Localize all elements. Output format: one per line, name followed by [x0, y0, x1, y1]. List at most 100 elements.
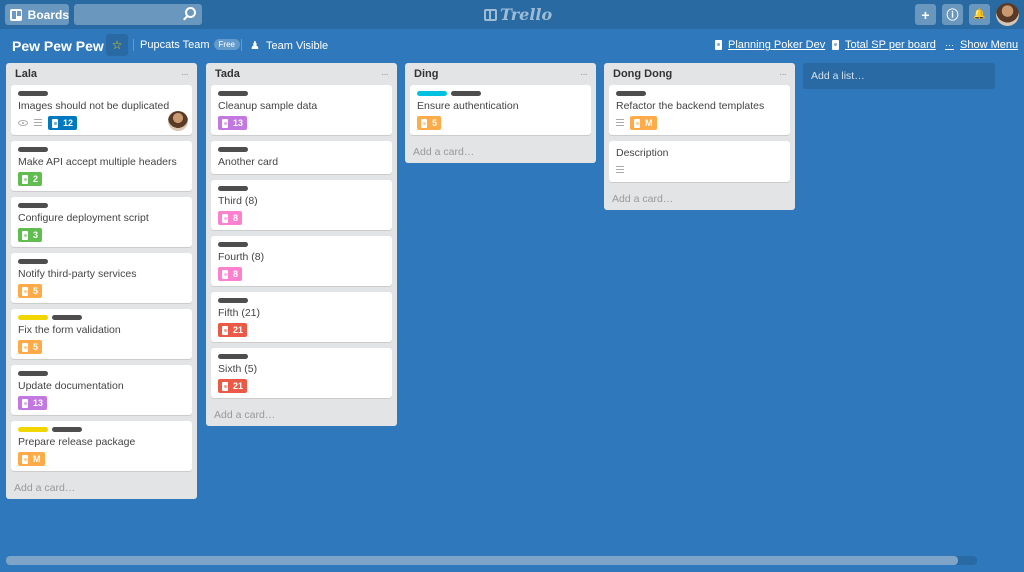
show-menu-label: Show Menu [960, 39, 1019, 51]
card-title: Ensure authentication [417, 100, 519, 112]
planning-poker-link[interactable]: Planning Poker Dev [715, 39, 825, 51]
card-badges: 5 [417, 116, 584, 130]
card[interactable]: Update documentation 13 [11, 365, 192, 415]
card-label [52, 427, 82, 432]
story-points-value: 12 [63, 118, 74, 128]
card[interactable]: Cleanup sample data 13 [211, 85, 392, 135]
boards-button[interactable]: Boards [5, 4, 69, 25]
add-list-button[interactable]: Add a list… [803, 63, 995, 89]
card-badges: 2 [18, 172, 185, 186]
card-badges: 12 [18, 116, 185, 130]
card-label [18, 259, 48, 264]
list-menu-icon[interactable]: ··· [181, 69, 189, 80]
bell-icon: 🔔 [973, 9, 986, 20]
link-label: Planning Poker Dev [728, 39, 826, 51]
scrollbar-thumb[interactable] [6, 556, 958, 565]
story-points-value: 2 [33, 174, 39, 184]
card-label [417, 91, 447, 96]
list-menu-icon[interactable]: ··· [580, 69, 588, 80]
add-card-button[interactable]: Add a card… [410, 141, 591, 163]
user-avatar[interactable] [996, 3, 1019, 26]
card[interactable]: Prepare release package M [11, 421, 192, 471]
card-title: Description [616, 147, 669, 159]
star-button[interactable]: ☆ [106, 34, 128, 56]
card-badges: 8 [218, 211, 385, 225]
list-title[interactable]: Dong Dong [613, 68, 672, 80]
list-dong-dong: Dong Dong ··· Refactor the backend templ… [604, 63, 795, 210]
show-menu-button[interactable]: ··· Show Menu [945, 39, 1018, 51]
board-header: Pew Pew Pew ☆ Pupcats Team Free ♟ Team Vi… [0, 33, 1024, 57]
card[interactable]: Fourth (8) 8 [211, 236, 392, 286]
card-labels [18, 91, 185, 96]
board-title[interactable]: Pew Pew Pew [12, 38, 104, 54]
card[interactable]: Ensure authentication 5 [410, 85, 591, 135]
list-title[interactable]: Lala [15, 68, 37, 80]
divider [133, 39, 134, 51]
story-points-badge: 8 [218, 211, 243, 225]
poker-card-icon [22, 398, 28, 408]
story-points-value: 5 [33, 286, 39, 296]
card[interactable]: Description [609, 141, 790, 182]
card-title: Notify third-party services [18, 268, 137, 280]
horizontal-scrollbar[interactable] [6, 556, 977, 565]
card[interactable]: Configure deployment script 3 [11, 197, 192, 247]
card[interactable]: Fix the form validation 5 [11, 309, 192, 359]
info-icon: ⓘ [946, 8, 959, 22]
list-menu-icon[interactable]: ··· [779, 69, 787, 80]
card-labels [417, 91, 584, 96]
card-labels [18, 315, 185, 320]
list-menu-icon[interactable]: ··· [381, 69, 389, 80]
add-card-button[interactable]: Add a card… [11, 477, 192, 499]
add-card-button[interactable]: Add a card… [211, 404, 392, 426]
card[interactable]: Make API accept multiple headers 2 [11, 141, 192, 191]
card[interactable]: Images should not be duplicated 12 [11, 85, 192, 135]
card[interactable]: Third (8) 8 [211, 180, 392, 230]
description-icon [616, 119, 624, 127]
card[interactable]: Sixth (5) 21 [211, 348, 392, 398]
card-label [52, 315, 82, 320]
list-header: Ding ··· [410, 63, 591, 85]
search-input[interactable] [74, 4, 202, 25]
poker-card-icon [22, 286, 28, 296]
card-label [451, 91, 481, 96]
visibility-button[interactable]: ♟ Team Visible [250, 39, 328, 52]
visibility-label: Team Visible [265, 40, 329, 52]
card-label [18, 203, 48, 208]
member-avatar[interactable] [168, 111, 188, 131]
add-card-button[interactable]: Add a card… [609, 188, 790, 210]
add-button[interactable]: + [915, 4, 936, 25]
poker-card-icon [22, 174, 28, 184]
total-sp-link[interactable]: Total SP per board [832, 39, 936, 51]
card[interactable]: Refactor the backend templates M [609, 85, 790, 135]
poker-card-icon [22, 230, 28, 240]
story-points-value: 13 [233, 118, 244, 128]
card-title: Third (8) [218, 195, 258, 207]
card[interactable]: Notify third-party services 5 [11, 253, 192, 303]
story-points-badge: M [18, 452, 45, 466]
card-labels [18, 371, 185, 376]
list-lala: Lala ··· Images should not be duplicated… [6, 63, 197, 499]
card[interactable]: Fifth (21) 21 [211, 292, 392, 342]
card-label [18, 371, 48, 376]
card-label [218, 242, 248, 247]
search-icon[interactable] [185, 7, 196, 18]
list-title[interactable]: Tada [215, 68, 240, 80]
card-title: Fifth (21) [218, 307, 261, 319]
story-points-badge: 2 [18, 172, 43, 186]
info-button[interactable]: ⓘ [942, 4, 963, 25]
card-badges: 21 [218, 323, 385, 337]
free-badge: Free [213, 39, 240, 50]
card-labels [218, 354, 385, 359]
description-icon [616, 166, 624, 174]
poker-card-icon [222, 381, 228, 391]
team-button[interactable]: Pupcats Team Free [140, 39, 240, 51]
card-badges: M [616, 116, 783, 130]
card[interactable]: Another card [211, 141, 392, 174]
card-title: Make API accept multiple headers [18, 156, 177, 168]
notifications-button[interactable]: 🔔 [969, 4, 990, 25]
list-title[interactable]: Ding [414, 68, 438, 80]
card-title: Update documentation [18, 380, 124, 392]
story-points-value: 8 [233, 213, 239, 223]
star-icon: ☆ [111, 38, 123, 52]
trello-logo[interactable]: Trello [484, 5, 552, 24]
